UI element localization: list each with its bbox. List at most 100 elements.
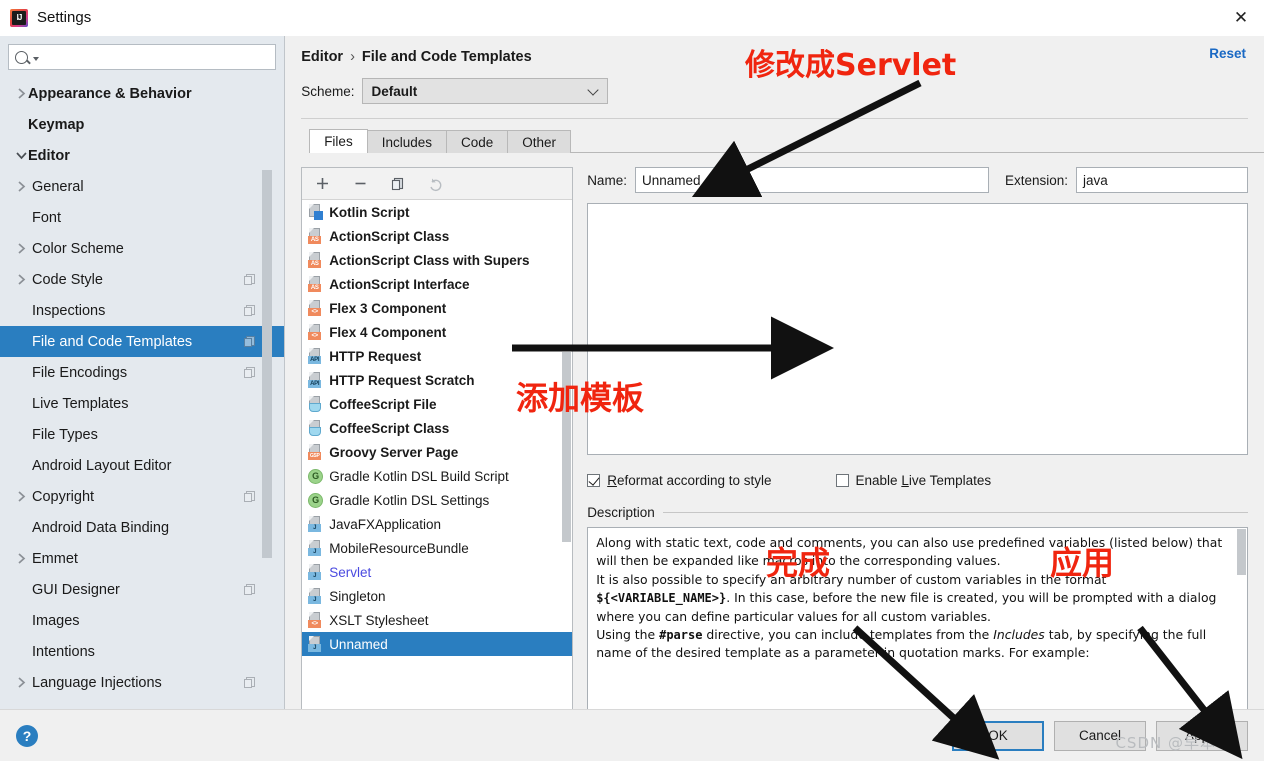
list-item[interactable]: AS ActionScript Class — [302, 224, 572, 248]
list-item[interactable]: J Servlet — [302, 560, 572, 584]
settings-content-pane: Editor › File and Code Templates Reset Sch… — [285, 36, 1264, 745]
sidebar-item-inspections[interactable]: Inspections — [0, 295, 284, 326]
list-item[interactable]: API HTTP Request Scratch — [302, 368, 572, 392]
sidebar-item-file-encodings[interactable]: File Encodings — [0, 357, 284, 388]
template-list-vertical-scrollbar[interactable] — [562, 352, 572, 542]
list-item[interactable]: G Gradle Kotlin DSL Settings — [302, 488, 572, 512]
project-scope-icon — [244, 273, 256, 286]
sidebar-item-images[interactable]: Images — [0, 605, 284, 636]
sidebar-item-file-types[interactable]: File Types — [0, 419, 284, 450]
live-templates-label-post: ive Templates — [908, 472, 992, 488]
reformat-checkbox[interactable] — [587, 473, 601, 487]
tab-other[interactable]: Other — [507, 130, 572, 153]
add-template-button[interactable] — [312, 174, 332, 194]
sidebar-item-label: Live Templates — [32, 395, 129, 412]
gradle-icon: G — [308, 492, 324, 508]
scheme-selected-value: Default — [371, 83, 418, 99]
close-icon[interactable]: ✕ — [1218, 0, 1264, 36]
list-item[interactable]: <> Flex 4 Component — [302, 320, 572, 344]
list-item[interactable]: G Gradle Kotlin DSL Build Script — [302, 464, 572, 488]
list-item[interactable]: GSP Groovy Server Page — [302, 440, 572, 464]
chevron-down-icon[interactable] — [14, 151, 28, 160]
tab-code[interactable]: Code — [446, 130, 509, 153]
coffeescript-file-icon — [308, 420, 323, 436]
intellij-idea-icon: IJ — [10, 8, 28, 27]
template-list[interactable]: Kotlin Script AS ActionScript Class AS Actio… — [302, 200, 573, 731]
ok-button[interactable]: OK — [952, 720, 1044, 751]
sidebar-item-color-scheme[interactable]: Color Scheme — [0, 233, 284, 264]
breadcrumb-root[interactable]: Editor — [301, 49, 343, 65]
reset-link[interactable]: Reset — [1209, 46, 1246, 61]
template-name: ActionScript Interface — [329, 276, 470, 292]
list-item[interactable]: J JavaFXApplication — [302, 512, 572, 536]
list-item[interactable]: <> XSLT Stylesheet — [302, 608, 572, 632]
sidebar-item-language-injections[interactable]: Language Injections — [0, 667, 284, 698]
tab-includes[interactable]: Includes — [366, 130, 447, 153]
coffeescript-file-icon — [308, 396, 323, 412]
description-fragment: Using the — [596, 627, 660, 643]
list-item[interactable]: J MobileResourceBundle — [302, 536, 572, 560]
list-item[interactable]: <> Flex 3 Component — [302, 296, 572, 320]
sidebar-item-font[interactable]: Font — [0, 202, 284, 233]
code-file-icon: <> — [308, 300, 323, 316]
sidebar-item-label: Appearance & Behavior — [28, 85, 192, 102]
header-divider — [301, 118, 1248, 119]
chevron-right-icon[interactable] — [14, 677, 28, 688]
chevron-right-icon[interactable] — [14, 88, 28, 99]
list-item[interactable]: J Singleton — [302, 584, 572, 608]
template-name: Singleton — [329, 588, 386, 604]
sidebar-item-file-and-code-templates[interactable]: File and Code Templates — [0, 326, 285, 357]
copy-template-button[interactable] — [388, 174, 408, 194]
gradle-icon: G — [308, 468, 324, 484]
template-list-toolbar — [302, 168, 573, 200]
scheme-dropdown[interactable]: Default — [362, 78, 609, 104]
name-label: Name: — [587, 172, 627, 188]
sidebar-item-copyright[interactable]: Copyright — [0, 481, 284, 512]
template-extension-input[interactable]: java — [1076, 167, 1248, 193]
java-file-icon: J — [308, 516, 323, 532]
chevron-right-icon[interactable] — [14, 491, 28, 502]
remove-template-button[interactable] — [350, 174, 370, 194]
list-item[interactable]: Kotlin Script — [302, 200, 572, 224]
list-item[interactable]: CoffeeScript File — [302, 392, 572, 416]
live-templates-mnemonic: L — [901, 472, 909, 488]
template-body-editor[interactable] — [587, 203, 1248, 455]
sidebar-scrollbar-thumb[interactable] — [262, 170, 273, 558]
sidebar-item-intentions[interactable]: Intentions — [0, 636, 284, 667]
template-name: Servlet — [329, 564, 372, 580]
template-name: Flex 4 Component — [329, 324, 447, 340]
sidebar-item-android-data-binding[interactable]: Android Data Binding — [0, 512, 284, 543]
help-icon[interactable]: ? — [16, 724, 38, 747]
sidebar-item-general[interactable]: General — [0, 171, 284, 202]
tab-files[interactable]: Files — [309, 129, 368, 153]
sidebar-item-emmet[interactable]: Emmet — [0, 543, 284, 574]
enable-live-templates-checkbox[interactable] — [835, 473, 849, 487]
description-scrollbar-thumb[interactable] — [1237, 529, 1246, 575]
description-divider — [662, 512, 1248, 513]
chevron-right-icon[interactable] — [14, 243, 28, 254]
list-item[interactable]: API HTTP Request — [302, 344, 572, 368]
sidebar-item-gui-designer[interactable]: GUI Designer — [0, 574, 284, 605]
chevron-right-icon[interactable] — [14, 181, 28, 192]
sidebar-item-android-layout-editor[interactable]: Android Layout Editor — [0, 450, 284, 481]
java-file-icon: J — [308, 564, 323, 580]
sidebar-item-code-style[interactable]: Code Style — [0, 264, 284, 295]
sidebar-item-editor[interactable]: Editor — [0, 140, 284, 171]
template-name: Groovy Server Page — [329, 444, 459, 460]
chevron-right-icon[interactable] — [14, 553, 28, 564]
sidebar-scrollbar-track[interactable] — [262, 78, 278, 737]
sidebar-item-live-templates[interactable]: Live Templates — [0, 388, 284, 419]
list-item[interactable]: AS ActionScript Class with Supers — [302, 248, 572, 272]
chevron-down-icon — [587, 84, 600, 96]
search-box[interactable] — [8, 44, 277, 70]
template-name-input[interactable]: Unnamed — [634, 167, 989, 193]
reformat-checkbox-wrapper[interactable]: Reformat according to style — [587, 473, 772, 488]
chevron-right-icon[interactable] — [14, 274, 28, 285]
list-item[interactable]: CoffeeScript Class — [302, 416, 572, 440]
live-templates-checkbox-wrapper[interactable]: Enable Live Templates — [835, 472, 992, 488]
search-input[interactable] — [39, 48, 270, 66]
sidebar-item-appearance-behavior[interactable]: Appearance & Behavior — [0, 78, 284, 109]
sidebar-item-keymap[interactable]: Keymap — [0, 109, 284, 140]
list-item[interactable]: AS ActionScript Interface — [302, 272, 572, 296]
list-item[interactable]: J Unnamed — [302, 632, 573, 656]
